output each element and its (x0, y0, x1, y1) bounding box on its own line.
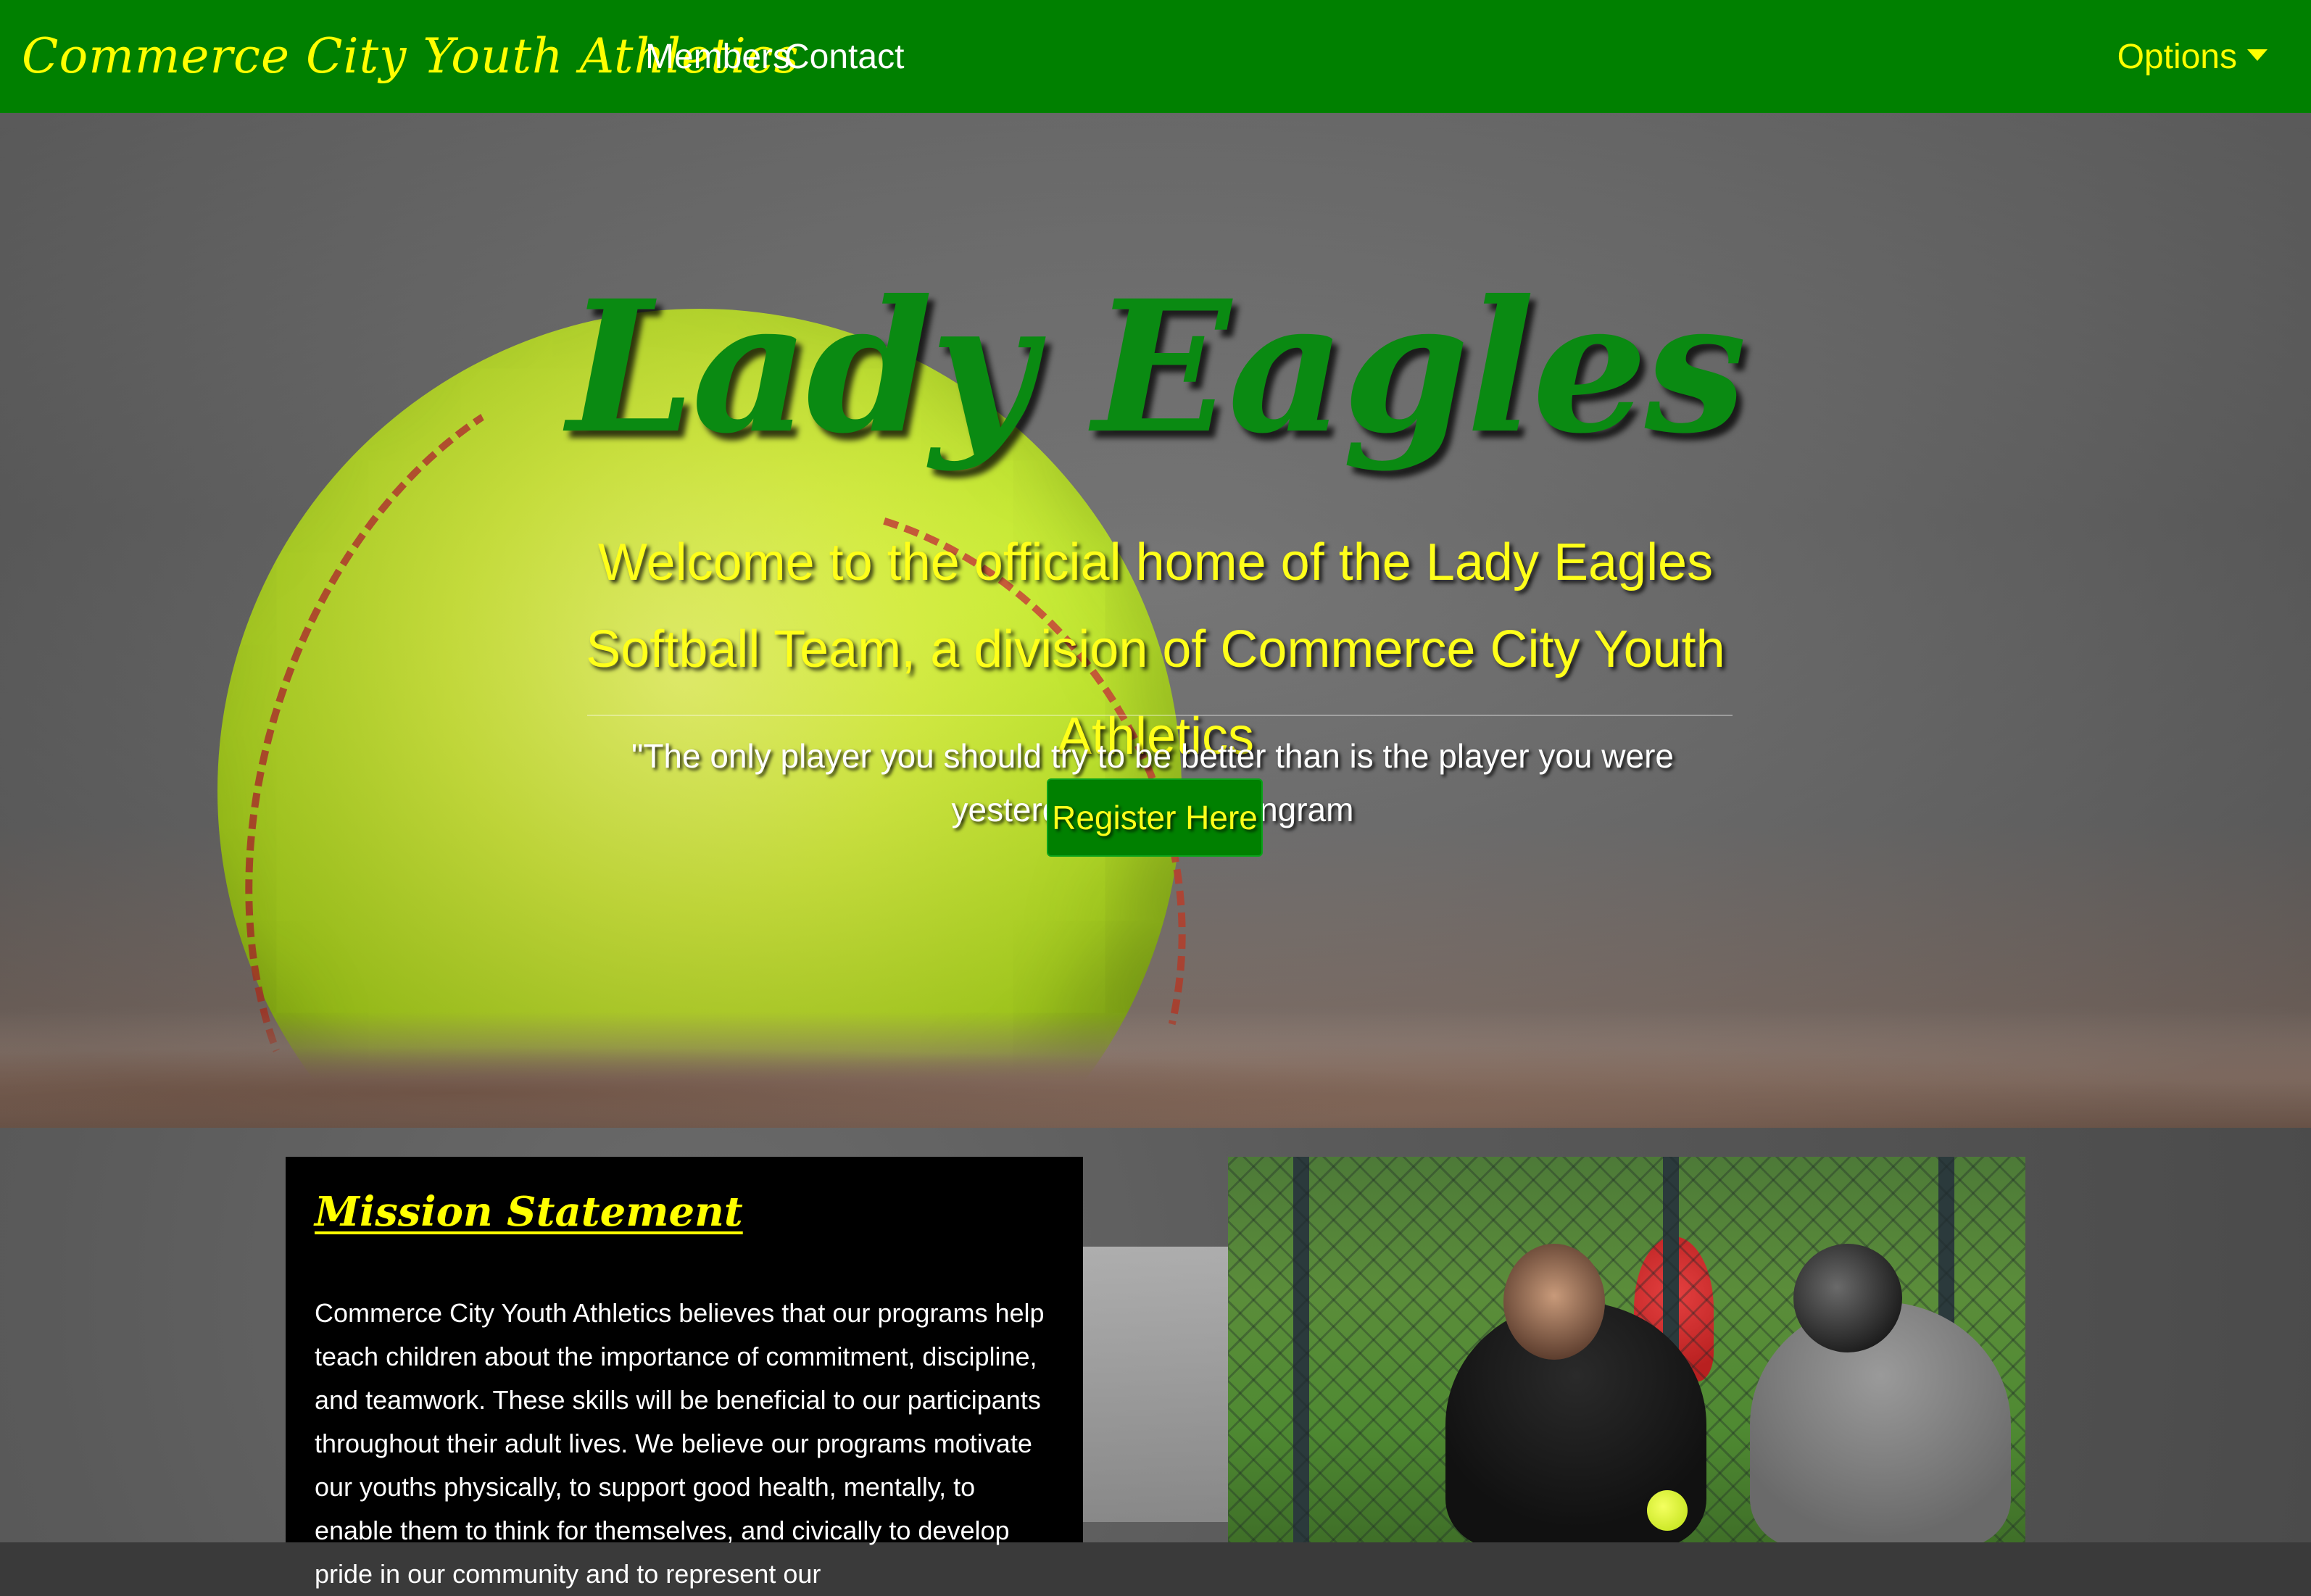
top-navbar: Commerce City Youth Athletics Members Co… (0, 0, 2311, 113)
mission-statement-heading: Mission Statement (315, 1188, 743, 1236)
mission-statement-text: Commerce City Youth Athletics believes t… (315, 1298, 1045, 1589)
options-dropdown-toggle[interactable]: Options (2117, 32, 2268, 83)
photo-softball (1647, 1490, 1688, 1531)
caret-down-icon (2247, 49, 2268, 61)
hero-title: Lady Eagles (567, 260, 1747, 473)
photo-runner-helmet (1793, 1244, 1902, 1352)
hero-divider (587, 715, 1733, 716)
nav-link-contact[interactable]: Contact (784, 32, 904, 83)
hero-content: Lady Eagles Welcome to the official home… (0, 113, 2311, 1128)
mission-statement-card: Mission Statement Commerce City Youth At… (286, 1157, 1083, 1589)
team-action-photo (1228, 1157, 2025, 1542)
nav-link-members[interactable]: Members (645, 32, 790, 83)
options-label: Options (2117, 38, 2237, 76)
photo-fielder-head (1503, 1244, 1605, 1360)
register-button[interactable]: Register Here (1047, 778, 1263, 857)
home-plate-background (1083, 1247, 1228, 1522)
